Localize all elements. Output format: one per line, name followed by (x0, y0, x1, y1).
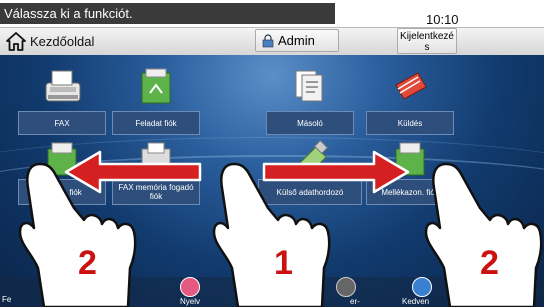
user-label: Admin (278, 33, 315, 48)
user-button[interactable]: Admin (255, 29, 339, 52)
tile-send[interactable]: Küldés (366, 65, 454, 141)
language-button[interactable]: Nyelv (180, 297, 200, 306)
home-label: Kezdőoldal (30, 33, 95, 49)
tile-fax[interactable]: FAX (18, 65, 106, 141)
tile-label: Másoló (266, 111, 354, 135)
left-shortcut-label[interactable]: Fe (2, 295, 11, 304)
tile-label: FAX (18, 111, 106, 135)
tile-copy[interactable]: Másoló (266, 65, 354, 141)
home-button[interactable]: Kezdőoldal (6, 31, 94, 51)
header-bar: Kezdőoldal Admin Kijelentkezés (0, 27, 544, 56)
copy-icon (295, 70, 323, 102)
send-icon (395, 72, 427, 100)
clock: 10:10 (426, 12, 459, 27)
logout-button[interactable]: Kijelentkezés (397, 28, 457, 54)
status-bar: Válassza ki a funkciót. 10:10 (0, 0, 544, 27)
device-screen: Válassza ki a funkciót. 10:10 Kezdőoldal… (0, 0, 544, 307)
gesture-step-number: 2 (78, 244, 97, 282)
tile-label: Feladat fiók (112, 111, 200, 135)
tile-label: Küldés (366, 111, 454, 135)
fax-machine-icon (45, 70, 81, 102)
job-box-icon (141, 68, 171, 104)
middle-shortcut-label[interactable]: er- (350, 297, 360, 306)
hand-pointer-icon (212, 162, 331, 307)
status-message: Válassza ki a funkciót. (0, 3, 335, 24)
settings-icon[interactable] (336, 277, 356, 297)
hand-pointer-icon (424, 162, 543, 307)
gesture-step-number: 2 (480, 244, 499, 282)
hand-pointer-icon (18, 162, 137, 307)
tile-job-box[interactable]: Feladat fiók (112, 65, 200, 141)
home-icon (6, 31, 26, 51)
language-icon[interactable] (180, 277, 200, 297)
gesture-step-number: 1 (274, 244, 293, 282)
user-lock-icon (262, 33, 274, 47)
